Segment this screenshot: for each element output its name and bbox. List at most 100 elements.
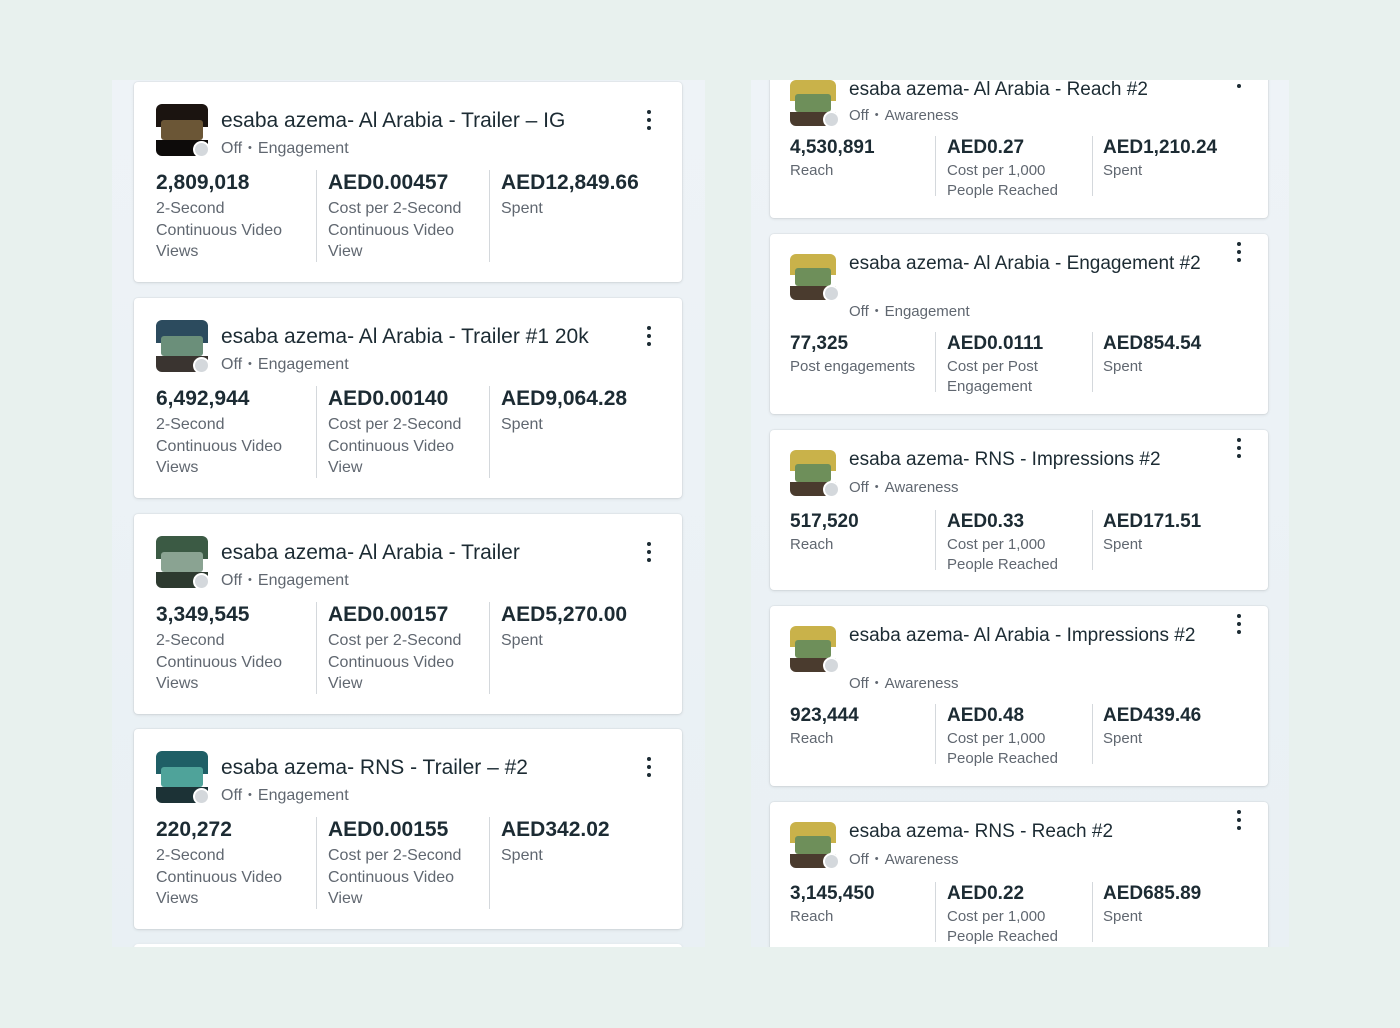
metric-divider: [1092, 882, 1093, 942]
thumbnail-subject: [794, 835, 832, 855]
campaign-title[interactable]: esaba azema- Al Arabia - Engagement #2: [849, 252, 1209, 276]
metric-label: Spent: [1103, 536, 1143, 553]
thumbnail-subject: [794, 463, 832, 483]
campaign-title[interactable]: esaba azema- RNS - Trailer – #2: [221, 755, 621, 780]
results-metric: 3,145,450 Reach: [790, 882, 930, 927]
thumbnail-subject: [794, 93, 832, 113]
delivery-status: Off: [221, 140, 243, 157]
metric-value: 2,809,018: [156, 171, 250, 194]
metric-divider: [1092, 510, 1093, 570]
thumbnail-subject: [161, 551, 203, 573]
metric-value: 517,520: [790, 511, 859, 532]
metric-value: 3,145,450: [790, 883, 875, 904]
metric-value: AED0.33: [947, 511, 1025, 532]
menu-dot: [1237, 454, 1241, 458]
status-dot-icon: [823, 481, 840, 498]
campaign-card[interactable]: esaba azema- Al Arabia - Engagement #2 Of…: [770, 234, 1268, 414]
menu-dot: [1237, 826, 1241, 830]
campaign-title[interactable]: esaba azema- Al Arabia - Reach #2: [849, 80, 1209, 102]
menu-dot: [1237, 84, 1241, 88]
amount-spent-metric: AED12,849.66 Spent: [501, 170, 671, 220]
metric-value: 3,349,545: [156, 603, 250, 626]
next-campaign-card-partial[interactable]: [134, 944, 682, 947]
campaign-status-line: Off • Engagement: [221, 572, 349, 590]
metric-label: Spent: [1103, 730, 1143, 747]
campaign-objective: Engagement: [257, 787, 349, 804]
campaign-card[interactable]: esaba azema- RNS - Trailer – #2 Off • Engag…: [134, 729, 682, 929]
more-vertical-icon[interactable]: [1236, 80, 1242, 88]
campaign-card[interactable]: esaba azema- Al Arabia - Trailer Off • Enga…: [134, 514, 682, 714]
metric-label: Cost per 2-Second Continuous Video View: [328, 632, 462, 692]
thumbnail-subject: [161, 766, 203, 788]
metric-value: AED9,064.28: [501, 387, 628, 410]
menu-dot: [1237, 258, 1241, 262]
more-vertical-icon[interactable]: [646, 757, 652, 777]
status-dot-icon: [193, 573, 210, 590]
metric-label: Reach: [790, 536, 834, 553]
results-metric: 2,809,018 2-Second Continuous Video Views: [156, 170, 306, 263]
right-campaign-list: esaba azema- Al Arabia - Reach #2 Off • Awa…: [751, 80, 1289, 947]
metric-value: AED0.22: [947, 883, 1025, 904]
metric-divider: [489, 602, 490, 694]
metric-value: AED0.48: [947, 705, 1025, 726]
metric-label: Spent: [501, 416, 543, 433]
more-vertical-icon[interactable]: [1236, 438, 1242, 458]
menu-dot: [647, 773, 651, 777]
metric-divider: [1092, 136, 1093, 196]
metric-label: Post engagements: [790, 358, 916, 375]
metric-value: 6,492,944: [156, 387, 250, 410]
metric-divider: [935, 136, 936, 196]
thumbnail-subject: [794, 267, 832, 287]
campaign-title[interactable]: esaba azema- Al Arabia - Impressions #2: [849, 624, 1209, 648]
cost-per-result-metric: AED0.00457 Cost per 2-Second Continuous V…: [328, 170, 478, 263]
campaign-title[interactable]: esaba azema- Al Arabia - Trailer – IG: [221, 108, 621, 133]
campaign-card[interactable]: esaba azema- Al Arabia - Reach #2 Off • Awa…: [770, 80, 1268, 218]
delivery-status: Off: [849, 303, 869, 320]
metric-label: Cost per 1,000 People Reached: [947, 162, 1058, 199]
metric-label: 2-Second Continuous Video Views: [156, 416, 283, 476]
more-vertical-icon[interactable]: [1236, 242, 1242, 262]
thumbnail-subject: [161, 335, 203, 357]
campaign-card[interactable]: esaba azema- RNS - Impressions #2 Off • Awa…: [770, 430, 1268, 590]
metric-label: Cost per 2-Second Continuous Video View: [328, 416, 462, 476]
status-dot-icon: [193, 357, 210, 374]
metric-label: Reach: [790, 162, 834, 179]
campaign-card[interactable]: esaba azema- Al Arabia - Trailer #1 20k O…: [134, 298, 682, 498]
more-vertical-icon[interactable]: [1236, 614, 1242, 634]
campaign-card[interactable]: esaba azema- Al Arabia - Trailer – IG Off…: [134, 82, 682, 282]
metric-label: Cost per Post Engagement: [947, 358, 1038, 395]
campaign-status-line: Off • Engagement: [221, 140, 349, 158]
more-vertical-icon[interactable]: [646, 542, 652, 562]
metric-divider: [316, 602, 317, 694]
metric-divider: [935, 510, 936, 570]
metric-label: 2-Second Continuous Video Views: [156, 847, 283, 907]
metric-label: Reach: [790, 908, 834, 925]
campaign-objective: Awareness: [884, 851, 959, 868]
separator: •: [248, 789, 252, 801]
campaign-card[interactable]: esaba azema- RNS - Reach #2 Off • Awareness…: [770, 802, 1268, 947]
campaign-title[interactable]: esaba azema- RNS - Reach #2: [849, 820, 1209, 844]
campaign-card[interactable]: esaba azema- Al Arabia - Impressions #2 O…: [770, 606, 1268, 786]
campaign-title[interactable]: esaba azema- RNS - Impressions #2: [849, 448, 1209, 472]
metric-value: AED0.0111: [947, 333, 1044, 354]
separator: •: [248, 574, 252, 586]
metric-label: Cost per 1,000 People Reached: [947, 908, 1058, 945]
more-vertical-icon[interactable]: [1236, 810, 1242, 830]
metric-label: Cost per 1,000 People Reached: [947, 730, 1058, 767]
metric-value: 77,325: [790, 333, 849, 354]
delivery-status: Off: [221, 572, 243, 589]
results-metric: 4,530,891 Reach: [790, 136, 930, 181]
menu-dot: [647, 558, 651, 562]
metric-value: AED342.02: [501, 818, 610, 841]
metric-value: AED12,849.66: [501, 171, 639, 194]
menu-dot: [1237, 250, 1241, 254]
amount-spent-metric: AED5,270.00 Spent: [501, 602, 671, 652]
left-campaign-list: esaba azema- Al Arabia - Trailer – IG Off…: [112, 80, 705, 947]
campaign-title[interactable]: esaba azema- Al Arabia - Trailer: [221, 540, 621, 565]
campaign-title[interactable]: esaba azema- Al Arabia - Trailer #1 20k: [221, 324, 621, 349]
metric-label: Spent: [501, 200, 543, 217]
metric-label: 2-Second Continuous Video Views: [156, 200, 283, 260]
more-vertical-icon[interactable]: [646, 326, 652, 346]
more-vertical-icon[interactable]: [646, 110, 652, 130]
cost-per-result-metric: AED0.33 Cost per 1,000 People Reached: [947, 510, 1087, 574]
